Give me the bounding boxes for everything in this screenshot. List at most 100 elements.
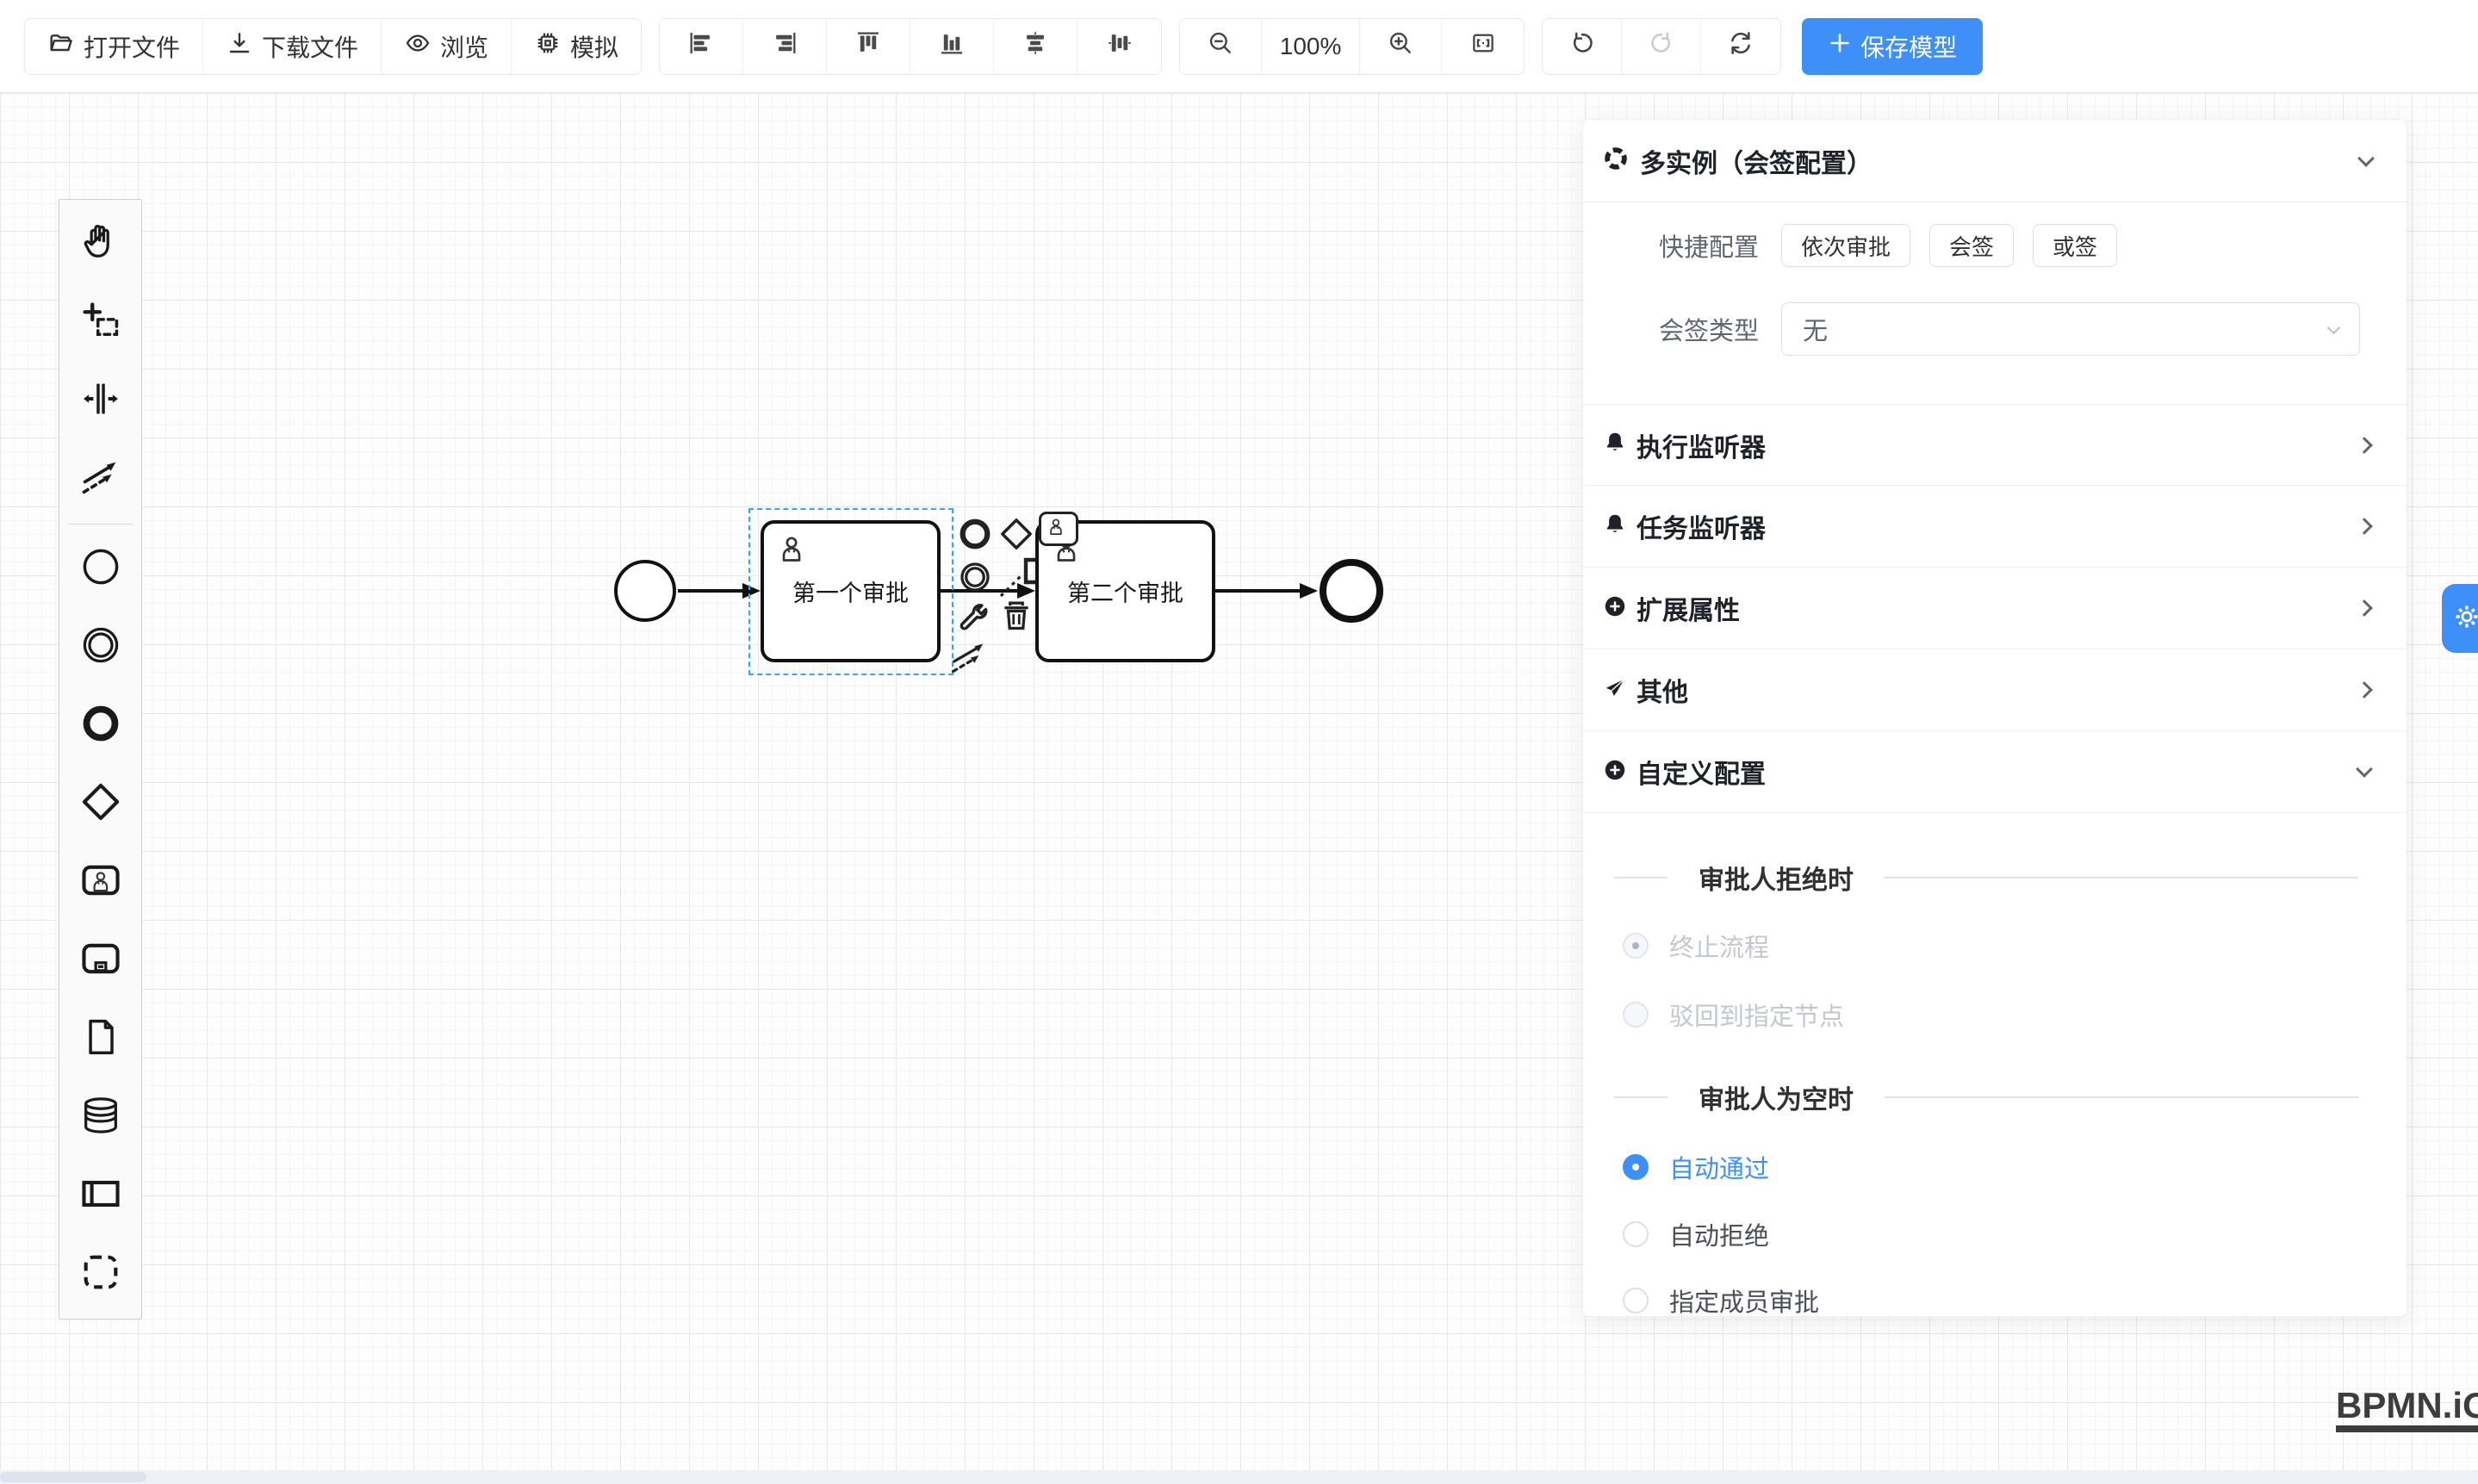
- section-label: 扩展属性: [1636, 589, 2358, 627]
- palette-subprocess[interactable]: [59, 922, 141, 1000]
- section-label: 其他: [1636, 671, 2358, 709]
- selection-outline: [748, 508, 953, 675]
- section-execution-listener[interactable]: 执行监听器: [1583, 404, 2407, 486]
- sign-type-label: 会签类型: [1583, 311, 1781, 347]
- start-event-icon: [78, 544, 123, 593]
- divider-line: [1614, 877, 1668, 879]
- start-event-shape[interactable]: [614, 560, 676, 622]
- divider-line: [1885, 1096, 2358, 1098]
- chevron-down-icon[interactable]: [2357, 150, 2375, 167]
- hand-tool[interactable]: [59, 205, 141, 283]
- horizontal-scrollbar-thumb[interactable]: [0, 1472, 146, 1482]
- radio-label: 自动通过: [1669, 1149, 1769, 1185]
- reject-group-title-text: 审批人拒绝时: [1668, 859, 1885, 897]
- horizontal-scrollbar[interactable]: [0, 1470, 2478, 1484]
- download-file-button[interactable]: 下载文件: [203, 19, 382, 74]
- quick-config-label: 快捷配置: [1583, 227, 1781, 264]
- align-top-button[interactable]: [827, 19, 910, 74]
- quick-config-countersign-button[interactable]: 会签: [1929, 224, 2014, 267]
- sequence-flow-1[interactable]: [678, 589, 745, 593]
- context-pad-append-end-event[interactable]: [956, 515, 994, 557]
- plus-icon: [1828, 31, 1852, 61]
- context-pad-wrench-icon[interactable]: [953, 599, 990, 639]
- chevron-right-icon: [2356, 437, 2373, 454]
- context-pad-append-user-task[interactable]: [1039, 512, 1078, 546]
- align-center-vertical-icon: [1105, 28, 1134, 64]
- radio-icon: [1623, 1288, 1649, 1313]
- download-icon: [226, 29, 253, 63]
- history-button-group: [1542, 18, 1781, 75]
- align-bottom-button[interactable]: [910, 19, 994, 74]
- section-custom-config[interactable]: 自定义配置: [1583, 731, 2407, 813]
- radio-return-to-node[interactable]: 驳回到指定节点: [1623, 997, 1844, 1033]
- quick-config-sequential-button[interactable]: 依次审批: [1781, 224, 1910, 267]
- space-tool[interactable]: [59, 362, 141, 440]
- radio-designated-member[interactable]: 指定成员审批: [1623, 1282, 1819, 1319]
- radio-terminate-process[interactable]: 终止流程: [1623, 928, 1769, 964]
- settings-toggle-tab[interactable]: [2442, 584, 2478, 653]
- sequence-flow-3[interactable]: [1213, 589, 1302, 593]
- palette-gateway[interactable]: [59, 765, 141, 843]
- sign-type-value: 无: [1803, 311, 1828, 347]
- align-top-icon: [854, 28, 883, 64]
- section-extended-properties[interactable]: 扩展属性: [1583, 568, 2407, 649]
- align-right-button[interactable]: [743, 19, 827, 74]
- global-connect-tool-icon: [78, 455, 123, 504]
- preview-button[interactable]: 浏览: [382, 19, 512, 74]
- global-connect-tool[interactable]: [59, 440, 141, 518]
- data-object-icon: [78, 1015, 123, 1064]
- palette-intermediate-event[interactable]: [59, 608, 141, 686]
- zoom-level[interactable]: 100%: [1262, 19, 1360, 74]
- lasso-tool[interactable]: [59, 283, 141, 362]
- palette-start-event[interactable]: [59, 530, 141, 608]
- radio-icon: [1623, 933, 1649, 959]
- user-task-icon: [78, 858, 123, 907]
- reset-icon-button[interactable]: [1701, 19, 1780, 74]
- fit-viewport-button[interactable]: [1442, 19, 1524, 74]
- fit-viewport-icon: [1469, 28, 1498, 64]
- palette-group[interactable]: [59, 1235, 141, 1313]
- empty-group-title: 审批人为空时: [1583, 1076, 2407, 1119]
- context-pad-delete-icon[interactable]: [999, 597, 1034, 639]
- sign-type-select[interactable]: 无: [1781, 302, 2360, 356]
- open-file-button[interactable]: 打开文件: [25, 19, 203, 74]
- save-model-button[interactable]: 保存模型: [1802, 18, 1983, 75]
- divider-line: [1614, 1096, 1668, 1098]
- radio-auto-reject[interactable]: 自动拒绝: [1623, 1216, 1769, 1252]
- radio-auto-pass[interactable]: 自动通过: [1623, 1149, 1769, 1185]
- section-task-listener[interactable]: 任务监听器: [1583, 486, 2407, 568]
- zoom-in-button[interactable]: [1360, 19, 1442, 74]
- section-label: 执行监听器: [1636, 426, 2358, 464]
- top-toolbar: 打开文件 下载文件 浏览 模拟 100%: [0, 0, 2478, 93]
- align-center-horizontal-button[interactable]: [994, 19, 1078, 74]
- radio-icon: [1623, 1221, 1649, 1247]
- download-file-label: 下载文件: [262, 29, 358, 64]
- end-event-shape[interactable]: [1320, 559, 1383, 623]
- align-right-icon: [770, 28, 799, 64]
- undo-button[interactable]: [1543, 19, 1622, 74]
- undo-icon: [1568, 28, 1597, 64]
- section-other[interactable]: 其他: [1583, 649, 2407, 731]
- plus-circle-icon: [1602, 593, 1628, 624]
- folder-open-icon: [47, 29, 75, 63]
- radio-icon: [1623, 1154, 1649, 1180]
- palette-participant[interactable]: [59, 1157, 141, 1235]
- palette-data-object[interactable]: [59, 1000, 141, 1078]
- redo-button[interactable]: [1622, 19, 1701, 74]
- section-label: 自定义配置: [1636, 753, 2358, 791]
- redo-icon: [1647, 28, 1676, 64]
- simulate-label: 模拟: [570, 29, 618, 64]
- palette-user-task[interactable]: [59, 843, 141, 922]
- zoom-out-button[interactable]: [1180, 19, 1262, 74]
- quick-config-orsign-button[interactable]: 或签: [2033, 224, 2117, 267]
- palette-end-event[interactable]: [59, 686, 141, 765]
- align-center-vertical-button[interactable]: [1078, 19, 1161, 74]
- simulate-button[interactable]: 模拟: [512, 19, 641, 74]
- radio-label: 终止流程: [1669, 928, 1769, 964]
- context-pad-append-intermediate-event[interactable]: [956, 558, 994, 600]
- panel-header[interactable]: 多实例（会签配置）: [1583, 120, 2407, 202]
- context-pad-append-text-annotation[interactable]: [997, 551, 1042, 604]
- align-left-button[interactable]: [660, 19, 743, 74]
- context-pad-connect-icon[interactable]: [950, 639, 990, 683]
- palette-data-store[interactable]: [59, 1078, 141, 1157]
